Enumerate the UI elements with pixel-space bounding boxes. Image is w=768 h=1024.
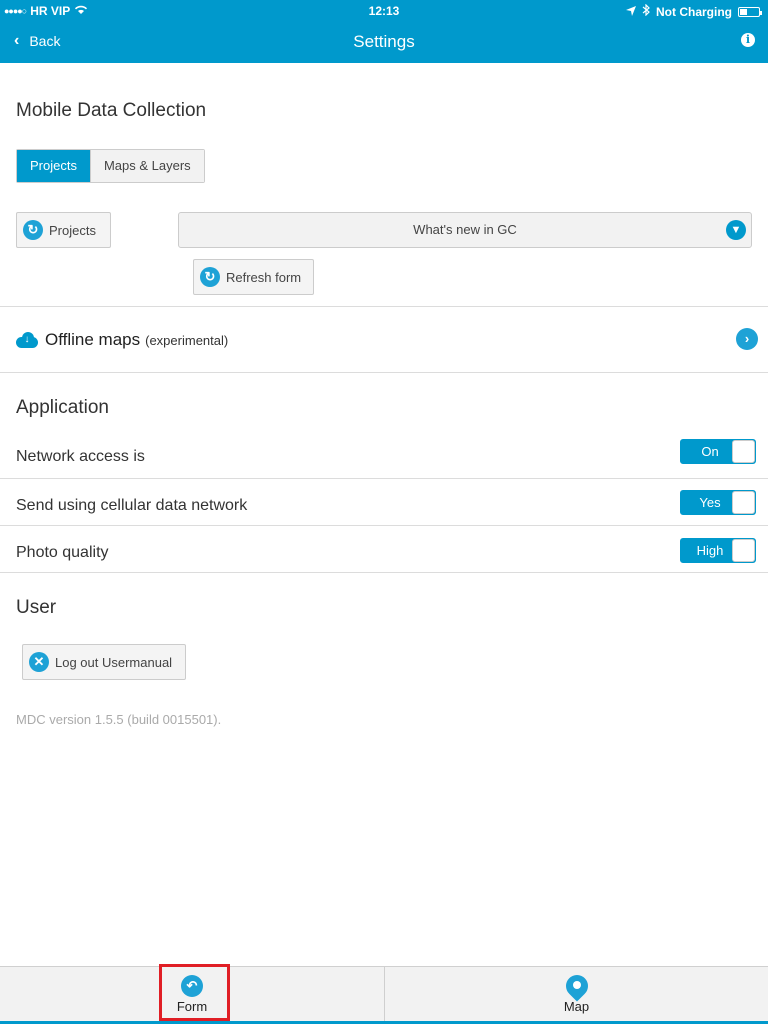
page-title: Settings bbox=[353, 32, 415, 51]
refresh-icon: ↻ bbox=[23, 220, 43, 240]
map-pin-icon bbox=[560, 970, 593, 1002]
logout-label: Log out Usermanual bbox=[55, 654, 173, 670]
refresh-form-button[interactable]: ↻ Refresh form bbox=[193, 259, 314, 295]
tab-projects[interactable]: Projects bbox=[17, 150, 90, 182]
status-bar: ●●●●○ HR VIP 12:13 Not Charging bbox=[0, 3, 768, 19]
cloud-download-icon: ↓ bbox=[16, 331, 38, 349]
mdc-segmented-control: Projects Maps & Layers bbox=[16, 149, 205, 183]
chevron-right-icon: › bbox=[736, 328, 758, 350]
info-icon[interactable]: i bbox=[741, 33, 755, 47]
logout-button[interactable]: ✕ Log out Usermanual bbox=[22, 644, 186, 680]
close-icon: ✕ bbox=[29, 652, 49, 672]
divider bbox=[0, 572, 768, 573]
cellular-data-toggle[interactable]: Yes bbox=[680, 490, 756, 515]
refresh-icon: ↻ bbox=[200, 267, 220, 287]
toggle-knob bbox=[732, 491, 755, 514]
tab-map[interactable]: Map bbox=[385, 967, 768, 1023]
network-access-toggle[interactable]: On bbox=[680, 439, 756, 464]
toggle-text: On bbox=[701, 444, 719, 459]
toggle-knob bbox=[732, 440, 755, 463]
projects-button-label: Projects bbox=[49, 222, 96, 238]
network-access-label: Network access is bbox=[16, 448, 145, 465]
project-select[interactable]: What's new in GC ▼ bbox=[178, 212, 752, 248]
form-tab-highlight bbox=[159, 964, 230, 1021]
tab-maps-layers[interactable]: Maps & Layers bbox=[89, 150, 204, 182]
navigation-bar: ‹ Back Settings i bbox=[0, 22, 768, 62]
toggle-text: High bbox=[696, 543, 724, 558]
projects-refresh-button[interactable]: ↻ Projects bbox=[16, 212, 111, 248]
charging-status: Not Charging bbox=[656, 4, 732, 19]
project-select-value: What's new in GC bbox=[413, 222, 517, 237]
divider bbox=[0, 372, 768, 373]
offline-maps-title: Offline maps bbox=[45, 330, 141, 349]
photo-quality-label: Photo quality bbox=[16, 544, 109, 561]
photo-quality-toggle[interactable]: High bbox=[680, 538, 756, 563]
offline-maps-subtitle: (experimental) bbox=[145, 332, 229, 348]
mdc-heading: Mobile Data Collection bbox=[16, 100, 207, 121]
refresh-form-label: Refresh form bbox=[226, 269, 302, 285]
divider bbox=[0, 478, 768, 479]
app-header: ●●●●○ HR VIP 12:13 Not Charging ‹ Back S… bbox=[0, 0, 768, 63]
user-heading: User bbox=[16, 597, 57, 618]
bluetooth-icon bbox=[642, 3, 650, 19]
bottom-tab-bar: ↶ Form Map bbox=[0, 966, 768, 1024]
toggle-knob bbox=[732, 539, 755, 562]
toggle-text: Yes bbox=[699, 495, 721, 510]
chevron-down-icon: ▼ bbox=[726, 220, 746, 240]
version-text: MDC version 1.5.5 (build 0015501). bbox=[16, 712, 222, 727]
divider bbox=[0, 306, 768, 307]
application-heading: Application bbox=[16, 397, 109, 418]
offline-maps-row[interactable]: ↓ Offline maps (experimental) › bbox=[16, 326, 760, 354]
location-arrow-icon bbox=[626, 5, 636, 19]
divider bbox=[0, 525, 768, 526]
battery-icon bbox=[738, 6, 762, 17]
cellular-data-label: Send using cellular data network bbox=[16, 497, 248, 514]
